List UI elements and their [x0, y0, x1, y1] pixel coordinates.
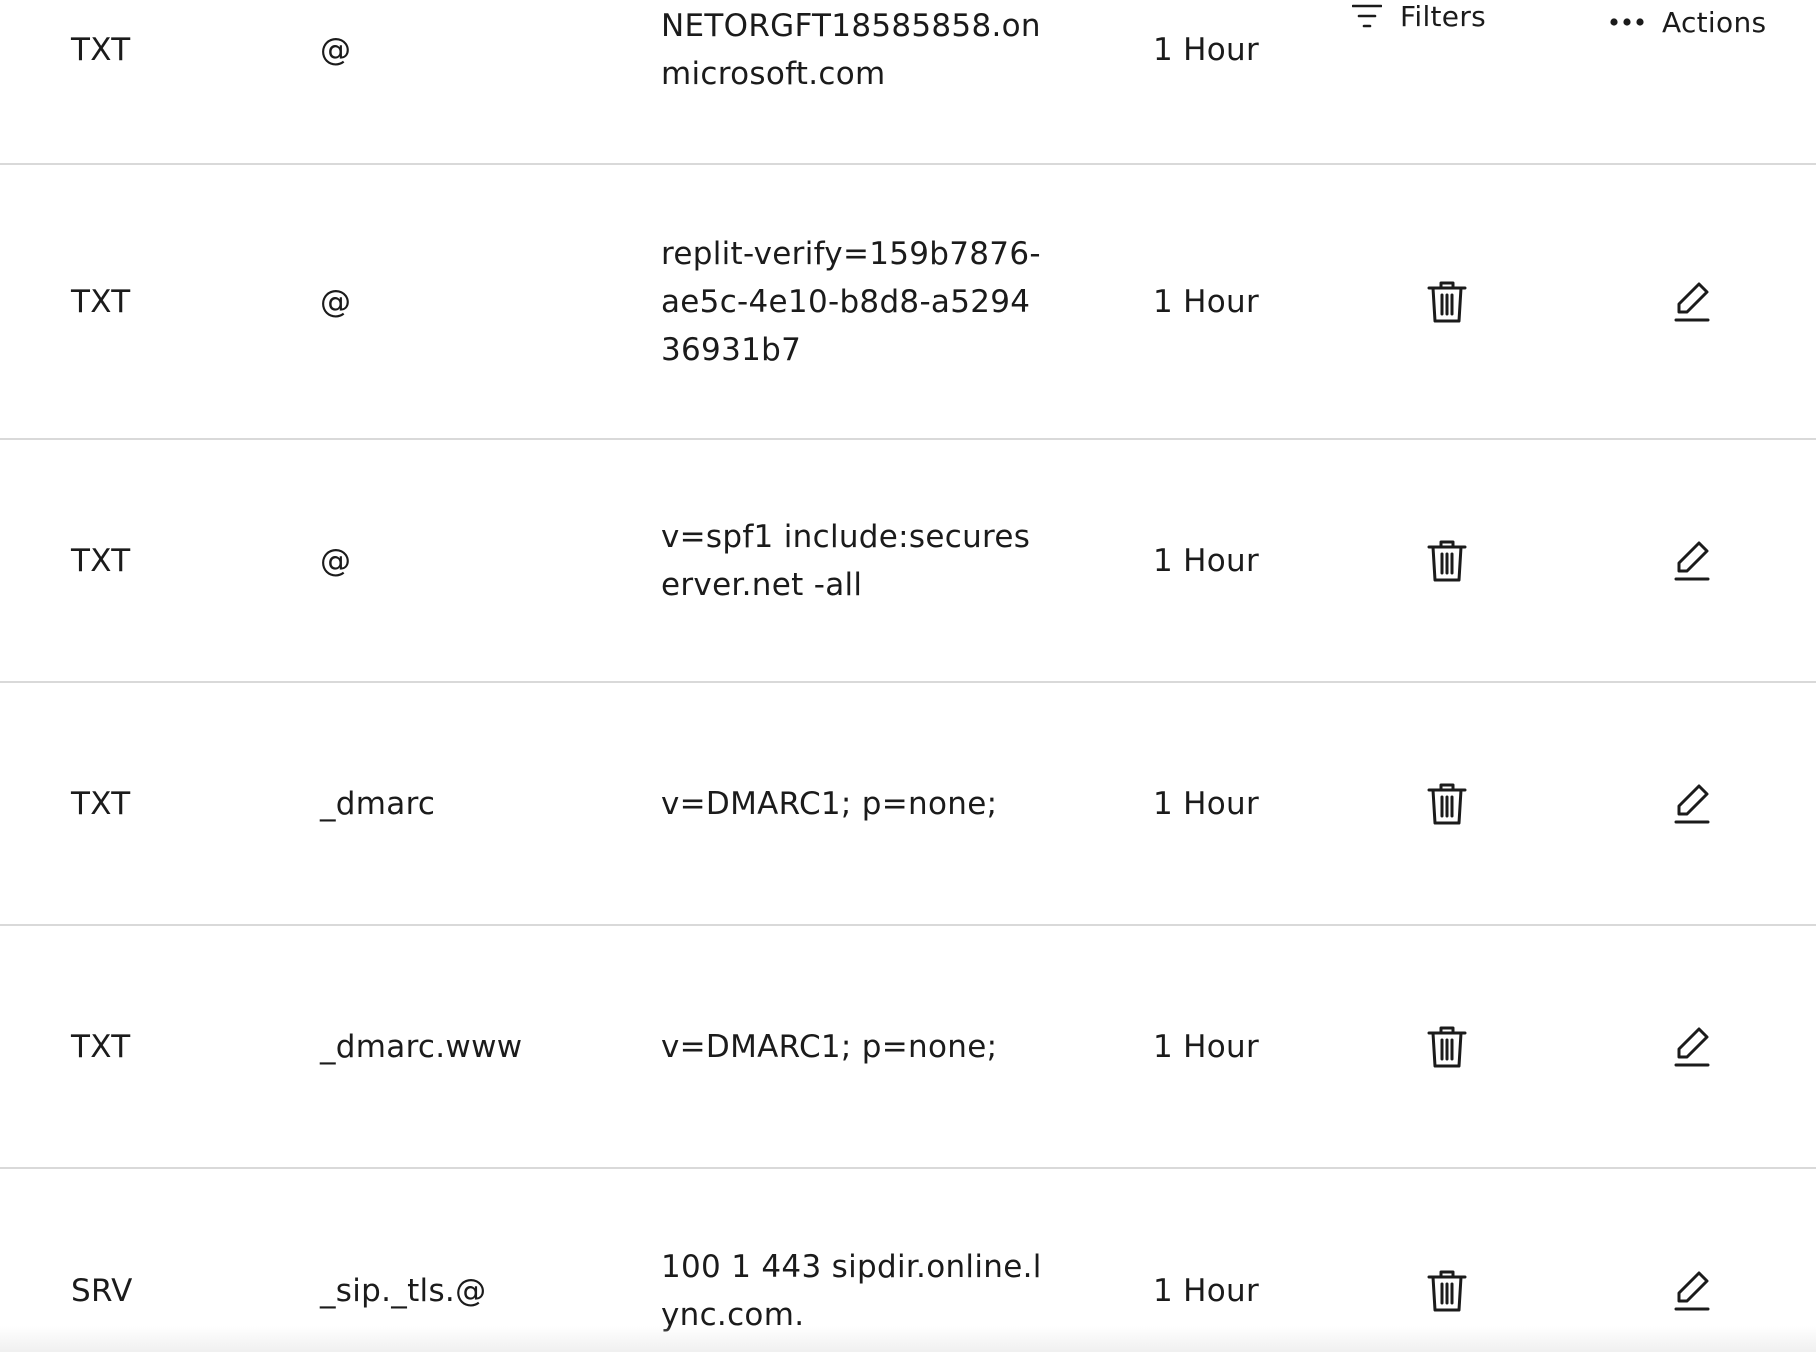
- table-row: SRV _sip._tls.@ 100 1 443 sipdir.online.…: [0, 1169, 1816, 1352]
- trash-icon: [1427, 280, 1467, 324]
- delete-record-button[interactable]: [1419, 1263, 1475, 1319]
- delete-record-button[interactable]: [1419, 1019, 1475, 1075]
- trash-icon: [1427, 539, 1467, 583]
- dns-records-page: Filters Actions TXT @ NETORGFT18585858.o…: [0, 0, 1816, 1352]
- edit-record-button[interactable]: [1664, 776, 1720, 832]
- record-name: _dmarc: [320, 785, 436, 822]
- record-ttl: 1 Hour: [1153, 1272, 1260, 1309]
- record-ttl: 1 Hour: [1153, 785, 1260, 822]
- pencil-icon: [1672, 782, 1712, 826]
- edit-record-button[interactable]: [1664, 1263, 1720, 1319]
- record-ttl: 1 Hour: [1153, 32, 1260, 68]
- record-type: TXT: [71, 785, 131, 822]
- record-type: TXT: [71, 283, 131, 320]
- record-type: SRV: [71, 1272, 133, 1309]
- trash-icon: [1427, 1025, 1467, 1069]
- table-row: TXT _dmarc v=DMARC1; p=none; 1 Hour: [0, 683, 1816, 926]
- edit-record-button[interactable]: [1664, 533, 1720, 589]
- pencil-icon: [1672, 280, 1712, 324]
- trash-icon: [1427, 1269, 1467, 1313]
- delete-record-button[interactable]: [1419, 533, 1475, 589]
- record-data: replit-verify=159b7876-ae5c-4e10-b8d8-a5…: [661, 235, 1041, 368]
- record-type: TXT: [71, 32, 131, 68]
- trash-icon: [1427, 782, 1467, 826]
- record-name: @: [320, 32, 352, 68]
- record-type: TXT: [71, 542, 131, 579]
- edit-record-button[interactable]: [1664, 1019, 1720, 1075]
- pencil-icon: [1672, 1025, 1712, 1069]
- delete-record-button[interactable]: [1419, 776, 1475, 832]
- record-name: _dmarc.www: [320, 1028, 523, 1065]
- record-name: _sip._tls.@: [320, 1272, 487, 1309]
- record-data: v=spf1 include:secureserver.net -all: [661, 518, 1031, 603]
- record-name: @: [320, 283, 352, 320]
- delete-record-button[interactable]: [1419, 274, 1475, 330]
- pencil-icon: [1672, 539, 1712, 583]
- table-row: TXT _dmarc.www v=DMARC1; p=none; 1 Hour: [0, 926, 1816, 1169]
- record-name: @: [320, 542, 352, 579]
- record-ttl: 1 Hour: [1153, 1028, 1260, 1065]
- record-type: TXT: [71, 1028, 131, 1065]
- record-data: v=DMARC1; p=none;: [661, 1028, 998, 1065]
- record-data: 100 1 443 sipdir.online.lync.com.: [661, 1248, 1042, 1333]
- table-row: TXT @ replit-verify=159b7876-ae5c-4e10-b…: [0, 165, 1816, 440]
- record-ttl: 1 Hour: [1153, 542, 1260, 579]
- record-data: v=DMARC1; p=none;: [661, 785, 998, 822]
- table-row: TXT @ v=spf1 include:secureserver.net -a…: [0, 440, 1816, 683]
- table-row: TXT @ NETORGFT18585858.onmicrosoft.com 1…: [0, 0, 1816, 165]
- record-data: NETORGFT18585858.onmicrosoft.com: [661, 8, 1041, 92]
- edit-record-button[interactable]: [1664, 274, 1720, 330]
- record-ttl: 1 Hour: [1153, 283, 1260, 320]
- dns-records-table: TXT @ NETORGFT18585858.onmicrosoft.com 1…: [0, 0, 1816, 1352]
- pencil-icon: [1672, 1269, 1712, 1313]
